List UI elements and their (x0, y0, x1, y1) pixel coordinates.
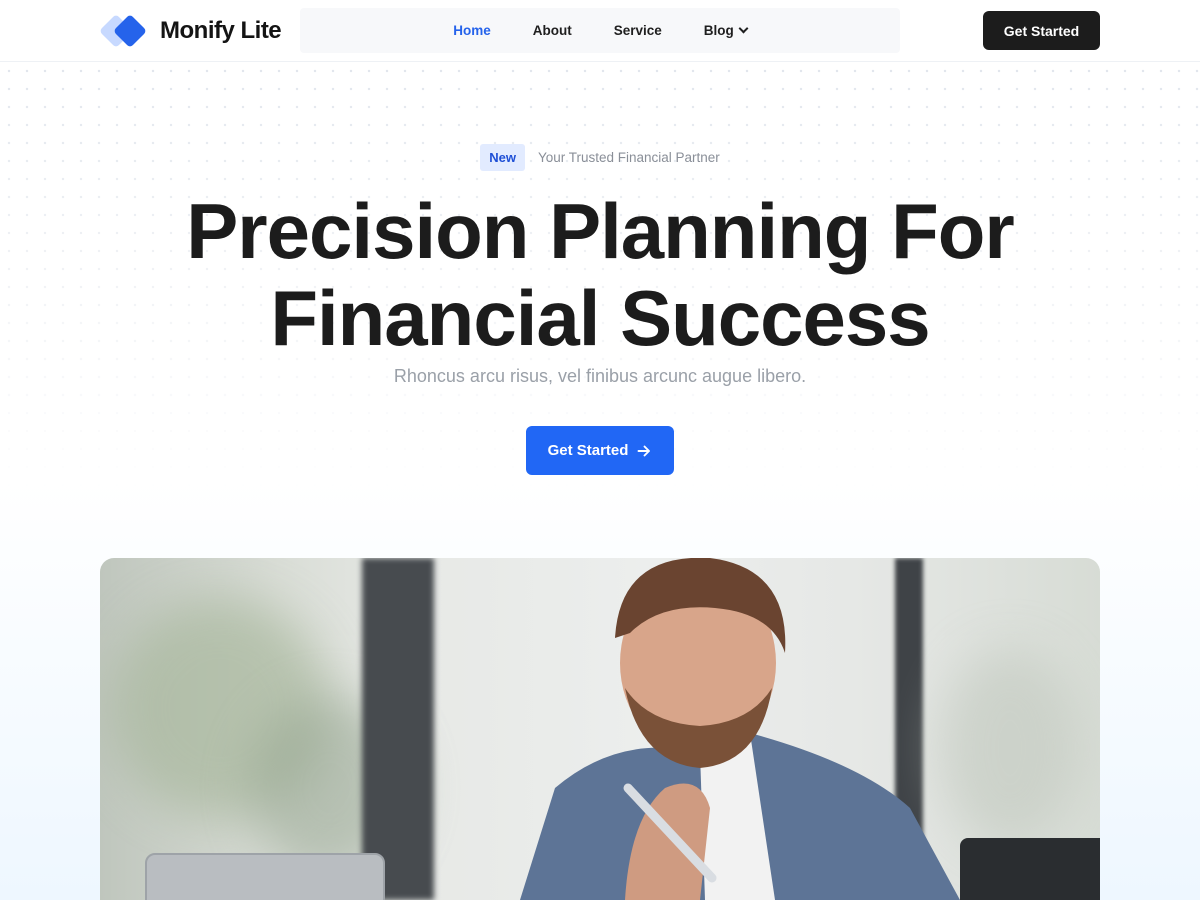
hero-title: Precision Planning For Financial Success (0, 188, 1200, 362)
hero-title-line2: Financial Success (270, 274, 930, 362)
new-badge: New (480, 144, 525, 171)
hero-section: New Your Trusted Financial Partner Preci… (0, 62, 1200, 900)
main-nav: Home About Service Blog (300, 8, 900, 53)
hero-subtitle: Rhoncus arcu risus, vel finibus arcunc a… (393, 366, 807, 386)
brand-logo[interactable]: Monify Lite (99, 12, 282, 50)
nav-item-home[interactable]: Home (453, 23, 491, 38)
header-get-started-button[interactable]: Get Started (983, 11, 1100, 50)
hero-image (100, 558, 1100, 900)
diamond-logo-icon (99, 12, 150, 50)
brand-name: Monify Lite (160, 17, 282, 44)
nav-item-service[interactable]: Service (614, 23, 662, 38)
hero-cta-label: Get Started (547, 442, 629, 459)
arrow-right-icon (636, 443, 652, 459)
hero-tagline: Your Trusted Financial Partner (537, 150, 720, 165)
nav-item-about[interactable]: About (533, 23, 572, 38)
nav-item-blog-label: Blog (703, 23, 734, 38)
hero-title-line1: Precision Planning For (186, 187, 1014, 275)
hero-get-started-button[interactable]: Get Started (526, 426, 674, 475)
site-header: Monify Lite Home About Service Blog Get … (0, 0, 1200, 62)
chevron-down-icon (738, 23, 749, 34)
nav-item-blog[interactable]: Blog (703, 23, 749, 38)
hero-tag-row: New Your Trusted Financial Partner (0, 144, 1200, 171)
